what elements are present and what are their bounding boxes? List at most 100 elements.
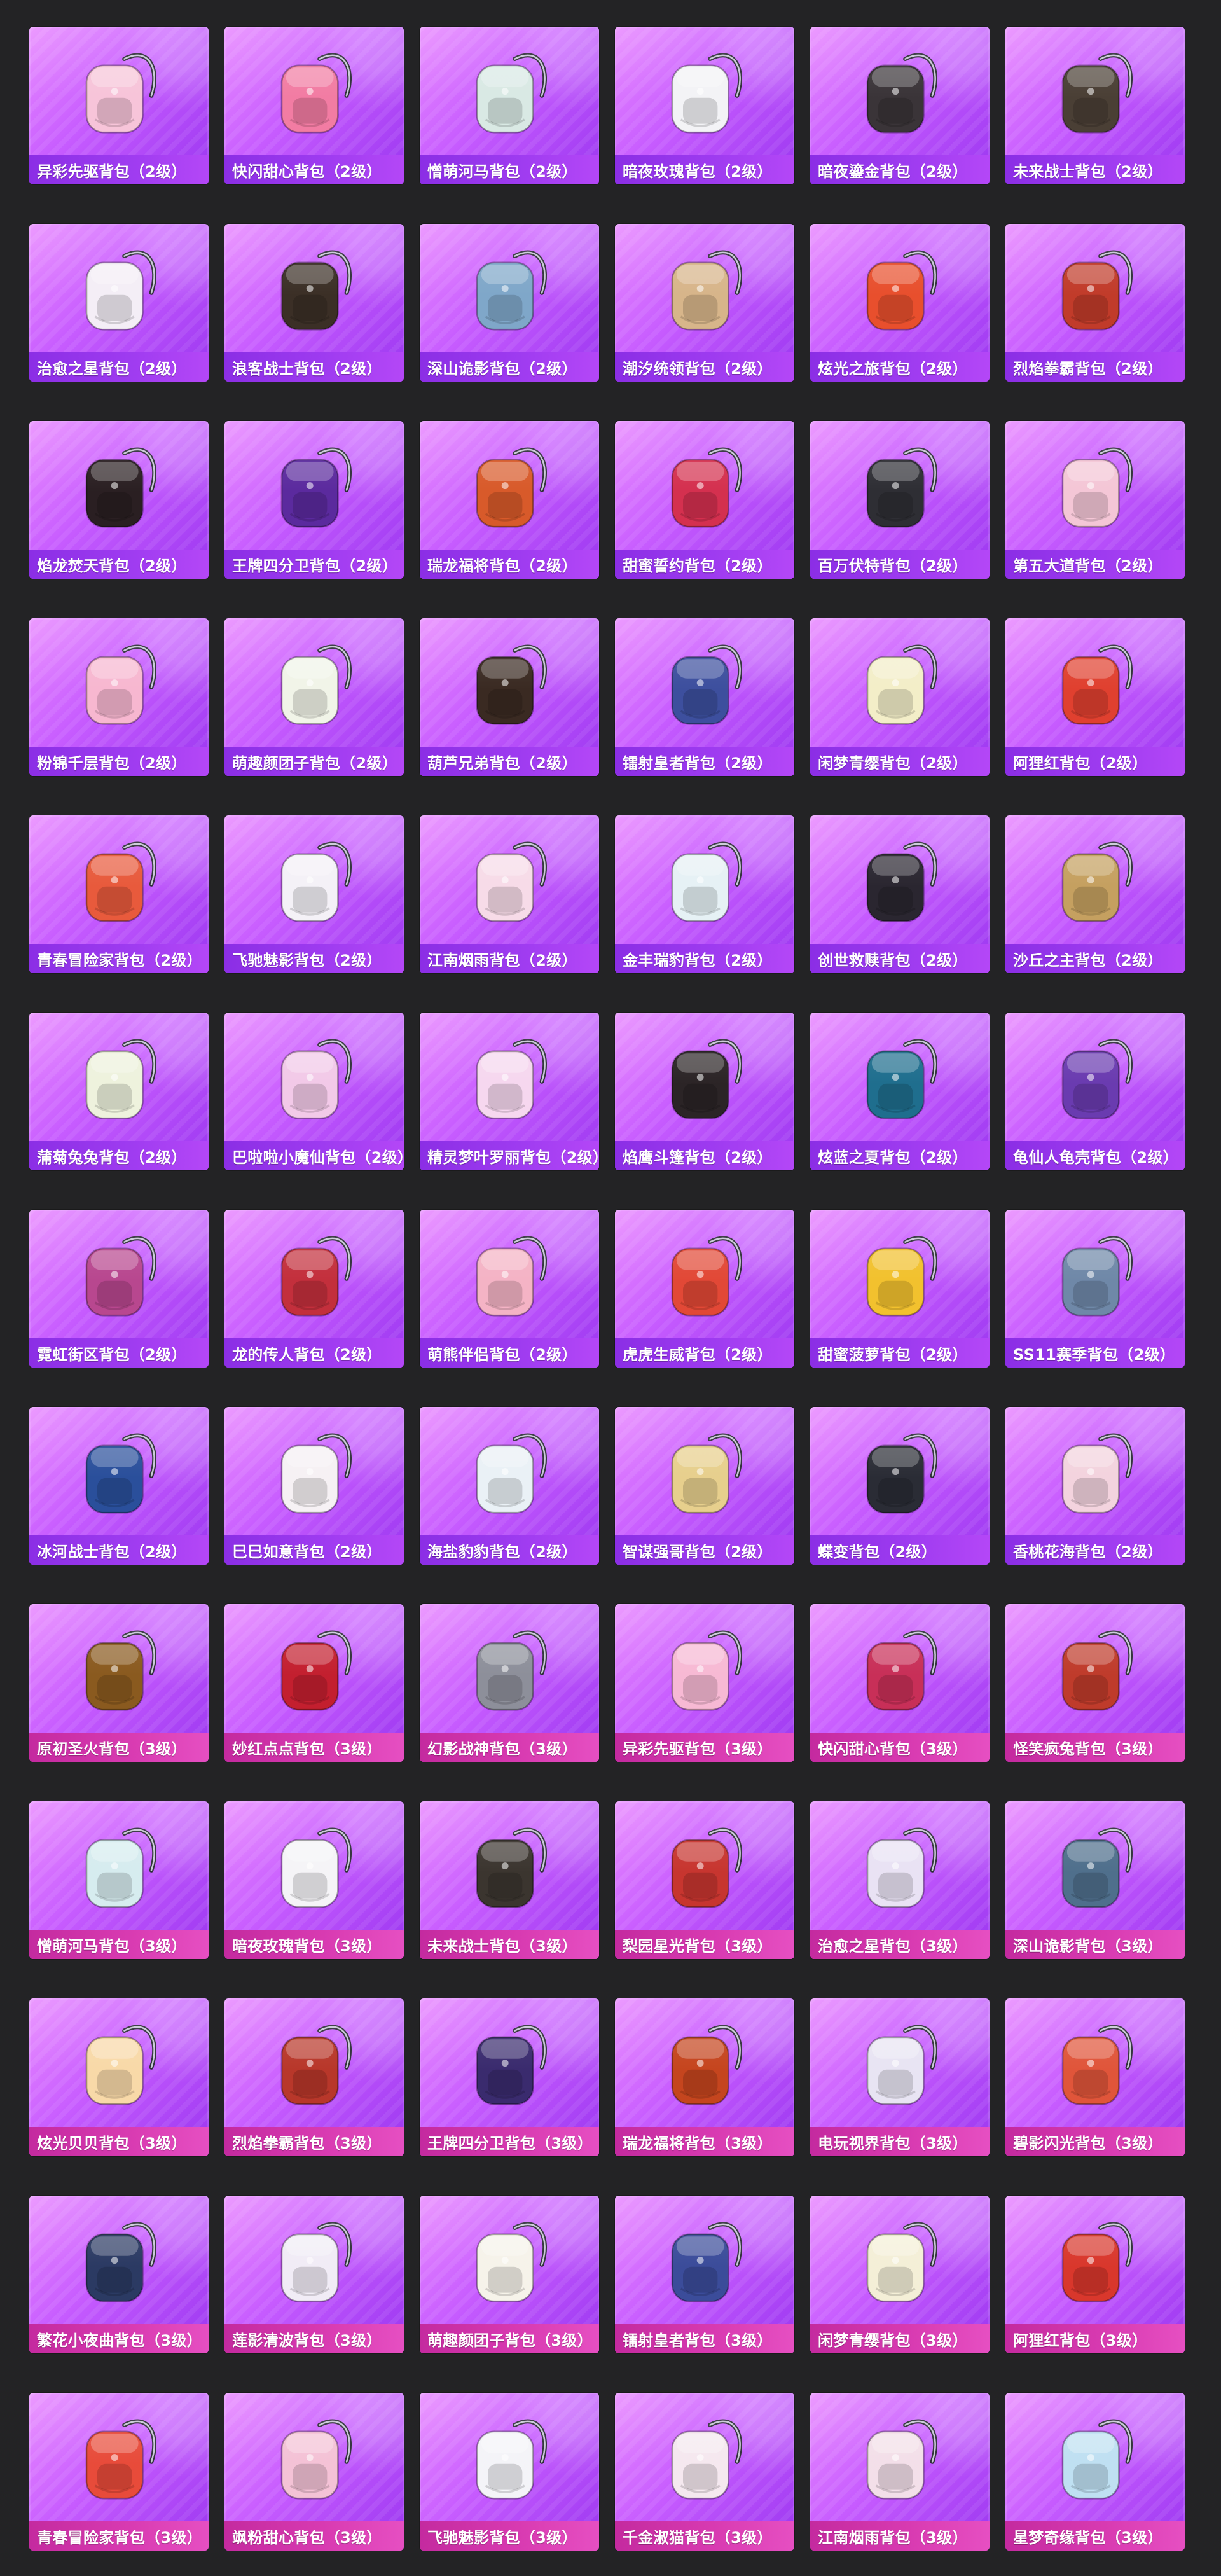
backpack-name: 憎萌河马背包（2级） <box>420 155 599 184</box>
backpack-card[interactable]: 繁花小夜曲背包（3级） <box>29 2196 209 2353</box>
backpack-card[interactable]: 霓虹街区背包（2级） <box>29 1210 209 1368</box>
backpack-card[interactable]: 烈焰拳霸背包（3级） <box>224 1998 404 2156</box>
backpack-card[interactable]: 憎萌河马背包（3级） <box>29 1801 209 1959</box>
backpack-card[interactable]: 香桃花海背包（2级） <box>1005 1407 1185 1565</box>
backpack-card[interactable]: 葫芦兄弟背包（2级） <box>420 618 599 776</box>
backpack-icon <box>1061 1827 1133 1908</box>
backpack-card[interactable]: 炫光贝贝背包（3级） <box>29 1998 209 2156</box>
backpack-name: 巴啦啦小魔仙背包（2级） <box>224 1141 404 1170</box>
backpack-card[interactable]: 精灵梦叶罗丽背包（2级） <box>420 1013 599 1170</box>
backpack-name: 焰龙焚天背包（2级） <box>29 550 209 579</box>
backpack-icon <box>85 250 156 331</box>
backpack-card[interactable]: 百万伏特背包（2级） <box>810 421 990 579</box>
backpack-card[interactable]: 治愈之星背包（2级） <box>29 224 209 382</box>
backpack-card[interactable]: 梨园星光背包（3级） <box>615 1801 794 1959</box>
backpack-name: 冰河战士背包（2级） <box>29 1535 209 1565</box>
backpack-card[interactable]: 深山诡影背包（2级） <box>420 224 599 382</box>
backpack-card[interactable]: 未来战士背包（2级） <box>1005 27 1185 184</box>
backpack-card[interactable]: 镭射皇者背包（2级） <box>615 618 794 776</box>
backpack-card[interactable]: 江南烟雨背包（2级） <box>420 815 599 973</box>
backpack-card[interactable]: 甜蜜誓约背包（2级） <box>615 421 794 579</box>
backpack-card[interactable]: 蝶变背包（2级） <box>810 1407 990 1565</box>
backpack-card[interactable]: 虎虎生威背包（2级） <box>615 1210 794 1368</box>
backpack-card[interactable]: 幻影战神背包（3级） <box>420 1604 599 1762</box>
backpack-card[interactable]: 阿狸红背包（2级） <box>1005 618 1185 776</box>
backpack-card[interactable]: 阿狸红背包（3级） <box>1005 2196 1185 2353</box>
backpack-card[interactable]: 江南烟雨背包（3级） <box>810 2393 990 2551</box>
backpack-icon <box>280 1827 352 1908</box>
backpack-icon <box>280 2025 352 2105</box>
backpack-icon <box>866 2025 937 2105</box>
backpack-card[interactable]: 电玩视界背包（3级） <box>810 1998 990 2156</box>
backpack-card[interactable]: 金丰瑞豹背包（2级） <box>615 815 794 973</box>
backpack-card[interactable]: 碧影闪光背包（3级） <box>1005 1998 1185 2156</box>
backpack-card[interactable]: 异彩先驱背包（2级） <box>29 27 209 184</box>
backpack-icon <box>1061 2419 1133 2500</box>
backpack-card[interactable]: 蒲菊兔兔背包（2级） <box>29 1013 209 1170</box>
backpack-card[interactable]: 未来战士背包（3级） <box>420 1801 599 1959</box>
backpack-card[interactable]: 飒粉甜心背包（3级） <box>224 2393 404 2551</box>
backpack-card[interactable]: 深山诡影背包（3级） <box>1005 1801 1185 1959</box>
backpack-card[interactable]: 快闪甜心背包（2级） <box>224 27 404 184</box>
backpack-card[interactable]: 千金淑猫背包（3级） <box>615 2393 794 2551</box>
backpack-card[interactable]: 闲梦青缨背包（3级） <box>810 2196 990 2353</box>
backpack-card[interactable]: 炫光之旅背包（2级） <box>810 224 990 382</box>
backpack-card[interactable]: 异彩先驱背包（3级） <box>615 1604 794 1762</box>
backpack-card[interactable]: 甜蜜菠萝背包（2级） <box>810 1210 990 1368</box>
backpack-icon <box>280 2419 352 2500</box>
backpack-card[interactable]: 星梦奇缘背包（3级） <box>1005 2393 1185 2551</box>
backpack-card[interactable]: 炫蓝之夏背包（2级） <box>810 1013 990 1170</box>
backpack-card[interactable]: 粉锦千层背包（2级） <box>29 618 209 776</box>
backpack-card[interactable]: 海盐豹豹背包（2级） <box>420 1407 599 1565</box>
backpack-card[interactable]: 焰鹰斗篷背包（2级） <box>615 1013 794 1170</box>
backpack-icon <box>866 1236 937 1317</box>
backpack-card[interactable]: 飞驰魅影背包（3级） <box>420 2393 599 2551</box>
backpack-icon <box>866 2419 937 2500</box>
backpack-name: 镭射皇者背包（3级） <box>615 2324 794 2353</box>
backpack-card[interactable]: 智谋强哥背包（2级） <box>615 1407 794 1565</box>
backpack-card[interactable]: 烈焰拳霸背包（2级） <box>1005 224 1185 382</box>
backpack-card[interactable]: 龟仙人龟壳背包（2级） <box>1005 1013 1185 1170</box>
backpack-icon <box>1061 1236 1133 1317</box>
backpack-card[interactable]: 莲影清波背包（3级） <box>224 2196 404 2353</box>
backpack-card[interactable]: 巳巳如意背包（2级） <box>224 1407 404 1565</box>
backpack-card[interactable]: 冰河战士背包（2级） <box>29 1407 209 1565</box>
backpack-card[interactable]: 巴啦啦小魔仙背包（2级） <box>224 1013 404 1170</box>
backpack-card[interactable]: 创世救赎背包（2级） <box>810 815 990 973</box>
backpack-card[interactable]: 飞驰魅影背包（2级） <box>224 815 404 973</box>
backpack-card[interactable]: 浪客战士背包（2级） <box>224 224 404 382</box>
backpack-card[interactable]: SS11赛季背包（2级） <box>1005 1210 1185 1368</box>
backpack-name: 闲梦青缨背包（3级） <box>810 2324 990 2353</box>
backpack-card[interactable]: 萌趣颜团子背包（2级） <box>224 618 404 776</box>
backpack-card[interactable]: 王牌四分卫背包（2级） <box>224 421 404 579</box>
backpack-card[interactable]: 快闪甜心背包（3级） <box>810 1604 990 1762</box>
backpack-name: 粉锦千层背包（2级） <box>29 747 209 776</box>
backpack-card[interactable]: 龙的传人背包（2级） <box>224 1210 404 1368</box>
backpack-name: 暗夜玫瑰背包（3级） <box>224 1930 404 1959</box>
backpack-card[interactable]: 王牌四分卫背包（3级） <box>420 1998 599 2156</box>
backpack-card[interactable]: 第五大道背包（2级） <box>1005 421 1185 579</box>
backpack-card[interactable]: 镭射皇者背包（3级） <box>615 2196 794 2353</box>
backpack-name: 繁花小夜曲背包（3级） <box>29 2324 209 2353</box>
backpack-card[interactable]: 瑞龙福将背包（3级） <box>615 1998 794 2156</box>
backpack-card[interactable]: 沙丘之主背包（2级） <box>1005 815 1185 973</box>
backpack-card[interactable]: 原初圣火背包（3级） <box>29 1604 209 1762</box>
backpack-card[interactable]: 潮汐统领背包（2级） <box>615 224 794 382</box>
backpack-icon <box>280 1433 352 1514</box>
backpack-card[interactable]: 暗夜鎏金背包（2级） <box>810 27 990 184</box>
backpack-card[interactable]: 萌熊伴侣背包（2级） <box>420 1210 599 1368</box>
backpack-card[interactable]: 焰龙焚天背包（2级） <box>29 421 209 579</box>
backpack-card[interactable]: 瑞龙福将背包（2级） <box>420 421 599 579</box>
backpack-card[interactable]: 青春冒险家背包（2级） <box>29 815 209 973</box>
backpack-name: 王牌四分卫背包（3级） <box>420 2127 599 2156</box>
backpack-card[interactable]: 暗夜玫瑰背包（2级） <box>615 27 794 184</box>
backpack-card[interactable]: 萌趣颜团子背包（3级） <box>420 2196 599 2353</box>
backpack-card[interactable]: 憎萌河马背包（2级） <box>420 27 599 184</box>
backpack-card[interactable]: 妙红点点背包（3级） <box>224 1604 404 1762</box>
backpack-card[interactable]: 暗夜玫瑰背包（3级） <box>224 1801 404 1959</box>
backpack-card[interactable]: 青春冒险家背包（3级） <box>29 2393 209 2551</box>
backpack-card[interactable]: 闲梦青缨背包（2级） <box>810 618 990 776</box>
backpack-icon <box>671 1630 742 1711</box>
backpack-card[interactable]: 治愈之星背包（3级） <box>810 1801 990 1959</box>
backpack-card[interactable]: 怪笑疯兔背包（3级） <box>1005 1604 1185 1762</box>
